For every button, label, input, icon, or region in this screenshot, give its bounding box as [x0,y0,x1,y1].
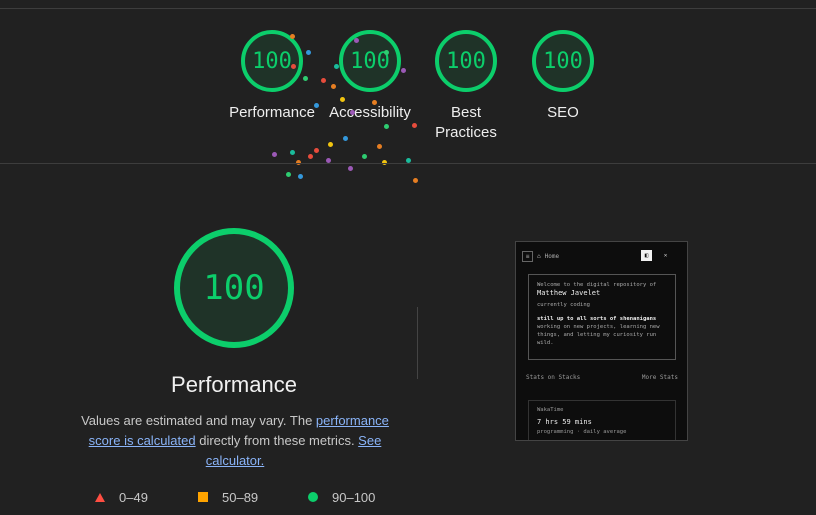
best-practices-gauge[interactable]: 100 [435,30,497,92]
best-practices-score: 100 [446,48,486,74]
performance-main-score: 100 [203,268,265,308]
category-description: Values are estimated and may vary. The p… [76,411,394,471]
legend-fail-range: 0–49 [119,489,148,505]
confetti-particles [260,30,430,190]
thumb-tagline: still up to all sorts of shenanigans [537,316,657,322]
section-divider [0,163,816,164]
square-icon [198,492,208,502]
thumb-stats-right: More Stats [641,374,678,381]
circle-icon [308,492,318,502]
thumb-hours: 7 hrs 59 mins [537,418,592,426]
final-screenshot[interactable]: ≡ ⌂ Home ◧ ✕ Welcome to the digital repo… [515,241,688,441]
triangle-icon [95,492,105,502]
thumb-sub1: programming [537,429,574,435]
thumb-hero-card: Welcome to the digital repository of Mat… [528,274,676,360]
thumb-stats-left: Stats on Stacks [526,374,581,381]
thumb-breadcrumb: Home [544,252,560,260]
thumb-welcome: Welcome to the digital repository of [537,282,657,288]
seo-gauge[interactable]: 100 [532,30,594,92]
home-icon: ⌂ [537,252,541,260]
desc-text-1: Values are estimated and may vary. The [81,413,316,428]
thumb-header: ≡ ⌂ Home [522,248,682,264]
thumb-status: currently coding [537,302,590,308]
seo-score: 100 [543,48,583,74]
category-title: Performance [171,372,297,397]
legend-pass-range: 90–100 [332,489,376,505]
legend-fail: 0–49 [95,488,148,506]
performance-main-gauge: 100 [174,228,294,348]
close-icon: ✕ [663,252,668,259]
thumb-name: Matthew Javelet [537,289,601,297]
seo-label[interactable]: SEO [508,103,618,123]
thumb-body: working on new projects, learning new th… [537,324,660,346]
menu-icon: ≡ [522,250,533,262]
top-rule [0,8,816,9]
thumb-wakatime-card: WakaTime 7 hrs 59 mins programming · dai… [528,400,676,440]
thumb-wakatime: WakaTime [537,407,564,413]
legend-pass: 90–100 [308,488,375,506]
thumb-stats-row: Stats on Stacks More Stats [526,374,678,381]
thumb-sub2: daily average [583,429,627,435]
legend-average: 50–89 [198,488,258,506]
desc-text-2: directly from these metrics. [195,433,359,448]
theme-toggle-icon: ◧ [641,250,652,261]
vertical-separator [417,307,418,379]
legend-average-range: 50–89 [222,489,259,505]
